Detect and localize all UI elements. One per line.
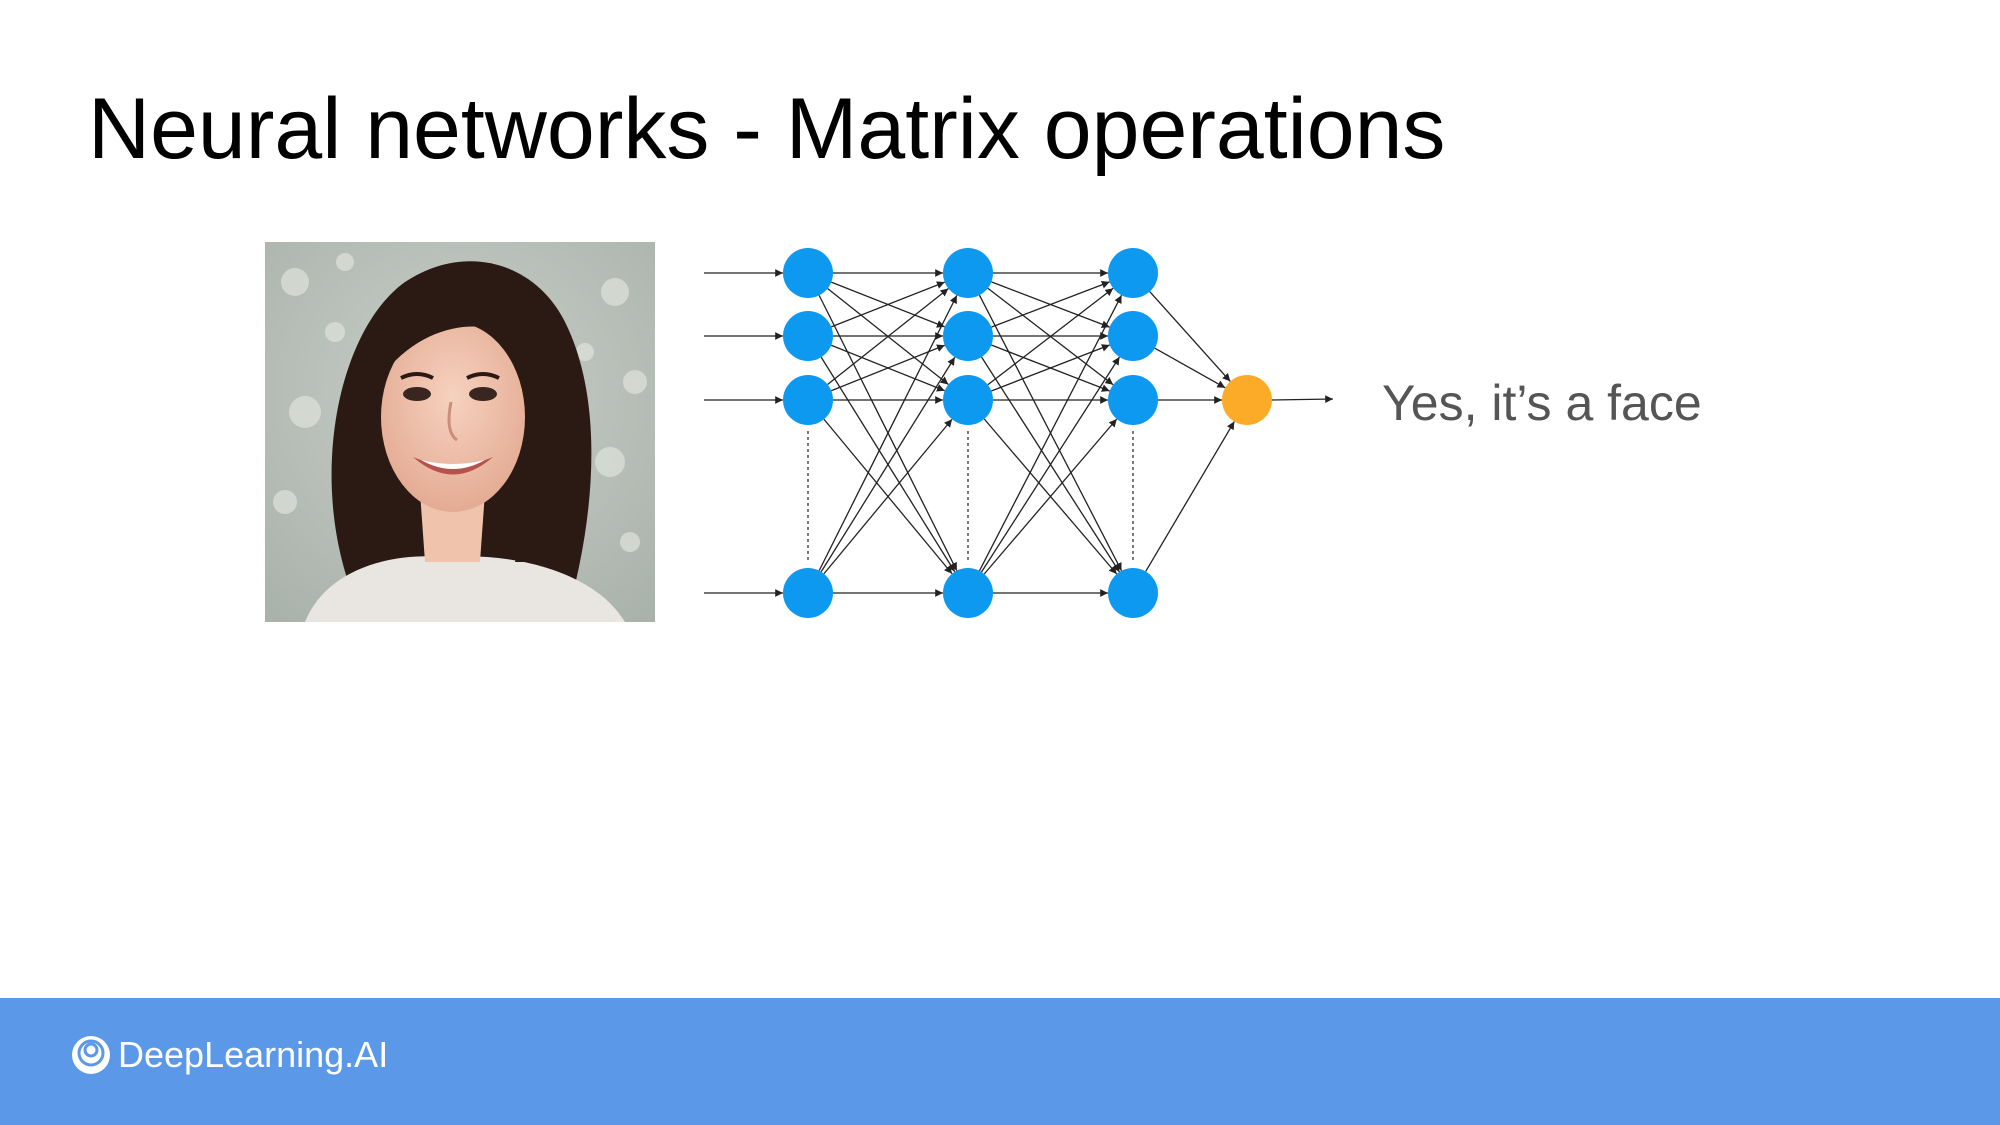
brand: DeepLearning.AI xyxy=(70,1034,388,1076)
neuron-node xyxy=(943,248,993,298)
output-arrow xyxy=(1271,395,1334,404)
deeplearning-ai-logo-icon xyxy=(72,1036,110,1074)
neuron-node xyxy=(783,248,833,298)
output-label: Yes, it’s a face xyxy=(1382,375,1702,431)
neuron-node xyxy=(1108,248,1158,298)
neuron-node xyxy=(1108,375,1158,425)
neuron-node xyxy=(943,375,993,425)
brand-name: DeepLearning.AI xyxy=(118,1034,389,1075)
neural-network-diagram xyxy=(704,248,1334,618)
neuron-node xyxy=(1108,568,1158,618)
neuron-node xyxy=(943,568,993,618)
output-connection-edge xyxy=(1154,347,1226,389)
neuron-node xyxy=(943,311,993,361)
neuron-node xyxy=(1108,311,1158,361)
neuron-node xyxy=(783,375,833,425)
output-connection-edge xyxy=(1145,421,1235,572)
neuron-node xyxy=(783,311,833,361)
footer-bar: DeepLearning.AI xyxy=(0,998,2000,1125)
face-photo xyxy=(265,242,655,622)
neuron-node xyxy=(783,568,833,618)
output-node xyxy=(1222,375,1272,425)
slide-title: Neural networks - Matrix operations xyxy=(88,81,1446,177)
